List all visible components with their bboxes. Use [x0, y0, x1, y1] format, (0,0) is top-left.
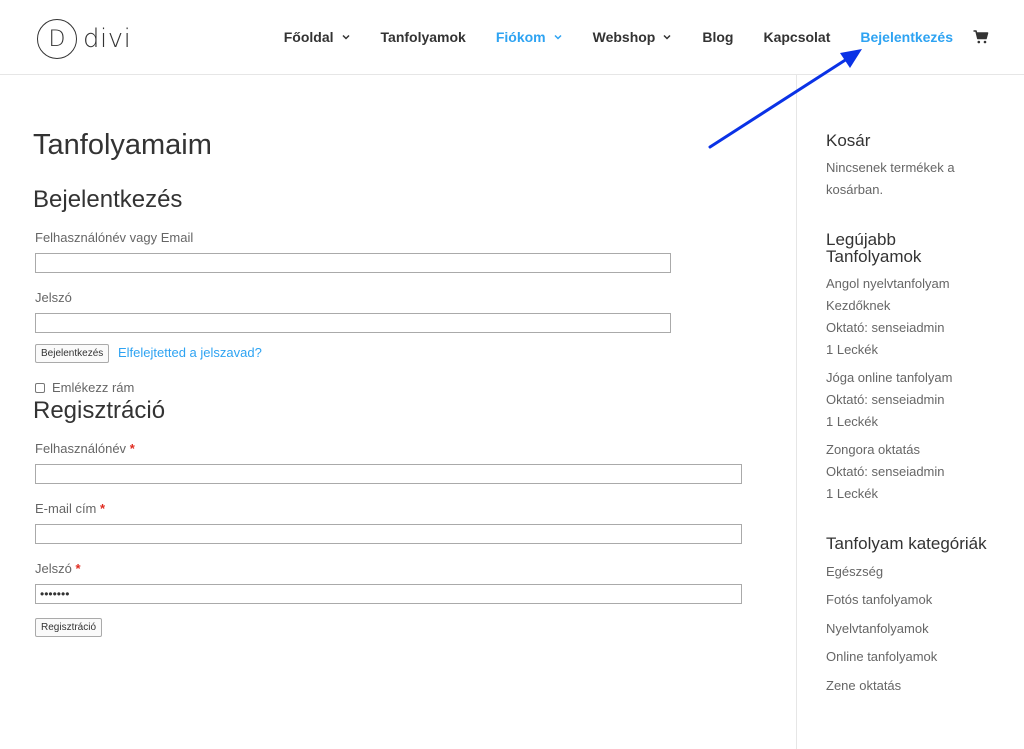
- course-teacher: Oktató: senseiadmin: [826, 392, 945, 407]
- nav-item-tanfolyamok[interactable]: Tanfolyamok: [381, 29, 466, 45]
- nav-item-bejelentkezes[interactable]: Bejelentkezés: [860, 29, 953, 45]
- category-link[interactable]: Online tanfolyamok: [826, 649, 937, 664]
- login-username-label: Felhasználónév vagy Email: [35, 230, 194, 245]
- category-link[interactable]: Nyelvtanfolyamok: [826, 621, 929, 636]
- title-line: Tanfolyamok: [826, 247, 922, 266]
- site-logo[interactable]: D divi: [37, 19, 131, 59]
- cart-empty-line: kosárban.: [826, 182, 884, 197]
- site-header: D divi Főoldal Tanfolyamok Fiókom Websho…: [0, 0, 1024, 75]
- required-mark: *: [100, 501, 106, 516]
- nav-label: Fiókom: [495, 29, 546, 45]
- logo-mark: D: [37, 19, 77, 59]
- chevron-down-icon: [662, 32, 672, 42]
- nav-item-blog[interactable]: Blog: [702, 29, 733, 45]
- register-username-label: Felhasználónév *: [35, 441, 135, 456]
- nav-item-fooldal[interactable]: Főoldal: [284, 29, 351, 45]
- course-name: Angol nyelvtanfolyam: [826, 276, 950, 291]
- register-password-label: Jelszó *: [35, 561, 81, 576]
- nav-label: Bejelentkezés: [860, 29, 953, 45]
- remember-me-label: Emlékezz rám: [52, 380, 135, 395]
- course-lessons: 1 Leckék: [826, 486, 879, 501]
- category-link[interactable]: Fotós tanfolyamok: [826, 592, 932, 607]
- course-name: Zongora oktatás: [826, 442, 920, 457]
- register-username-input[interactable]: [35, 464, 742, 484]
- forgot-password-link[interactable]: Elfelejtetted a jelszavad?: [118, 345, 262, 360]
- category-link[interactable]: Zene oktatás: [826, 678, 901, 693]
- course-name: Kezdőknek: [826, 298, 891, 313]
- page-title: Tanfolyamaim: [33, 129, 212, 161]
- required-mark: *: [129, 441, 135, 456]
- label-text: Felhasználónév: [35, 441, 127, 456]
- register-email-input[interactable]: [35, 524, 742, 544]
- remember-me-row: Emlékezz rám: [35, 380, 134, 395]
- course-lessons: 1 Leckék: [826, 342, 879, 357]
- course-name: Jóga online tanfolyam: [826, 370, 953, 385]
- title-line: Legújabb: [826, 230, 896, 249]
- course-item[interactable]: Angol nyelvtanfolyam Kezdőknek Oktató: s…: [826, 273, 950, 361]
- login-submit-button[interactable]: Bejelentkezés: [35, 344, 110, 363]
- logo-text: divi: [83, 24, 132, 54]
- cart-empty-text: Nincsenek termékek a kosárban.: [826, 157, 955, 201]
- course-lessons: 1 Leckék: [826, 414, 879, 429]
- main-nav: Főoldal Tanfolyamok Fiókom Webshop Blog …: [284, 29, 989, 45]
- course-teacher: Oktató: senseiadmin: [826, 320, 945, 335]
- nav-label: Blog: [702, 29, 734, 45]
- cart-widget-title: Kosár: [826, 131, 871, 150]
- course-item[interactable]: Zongora oktatás Oktató: senseiadmin 1 Le…: [826, 439, 945, 505]
- register-email-label: E-mail cím *: [35, 501, 105, 516]
- nav-item-webshop[interactable]: Webshop: [593, 29, 673, 45]
- label-text: Jelszó: [35, 561, 72, 576]
- label-text: E-mail cím: [35, 501, 97, 516]
- course-item[interactable]: Jóga online tanfolyam Oktató: senseiadmi…: [826, 367, 952, 433]
- nav-label: Kapcsolat: [763, 29, 831, 45]
- login-username-input[interactable]: [35, 253, 671, 273]
- login-password-label: Jelszó: [35, 290, 72, 305]
- register-title: Regisztráció: [33, 397, 166, 424]
- nav-label: Tanfolyamok: [380, 29, 466, 45]
- nav-label: Webshop: [592, 29, 656, 45]
- register-submit-button[interactable]: Regisztráció: [35, 618, 103, 637]
- shopping-cart-icon[interactable]: [973, 30, 989, 44]
- chevron-down-icon: [341, 32, 351, 42]
- remember-me-checkbox[interactable]: [35, 382, 45, 393]
- course-teacher: Oktató: senseiadmin: [826, 464, 945, 479]
- nav-label: Főoldal: [283, 29, 334, 45]
- latest-courses-title: Legújabb Tanfolyamok: [826, 231, 921, 265]
- chevron-down-icon: [553, 32, 563, 42]
- nav-item-kapcsolat[interactable]: Kapcsolat: [763, 29, 830, 45]
- login-title: Bejelentkezés: [33, 186, 183, 213]
- required-mark: *: [75, 561, 81, 576]
- nav-item-fiokom[interactable]: Fiókom: [496, 29, 563, 45]
- course-categories-title: Tanfolyam kategóriák: [826, 534, 987, 553]
- cart-empty-line: Nincsenek termékek a: [826, 160, 955, 175]
- register-password-input[interactable]: [35, 584, 742, 604]
- login-password-input[interactable]: [35, 313, 671, 333]
- sidebar-divider: [796, 75, 797, 749]
- category-link[interactable]: Egészség: [826, 564, 883, 579]
